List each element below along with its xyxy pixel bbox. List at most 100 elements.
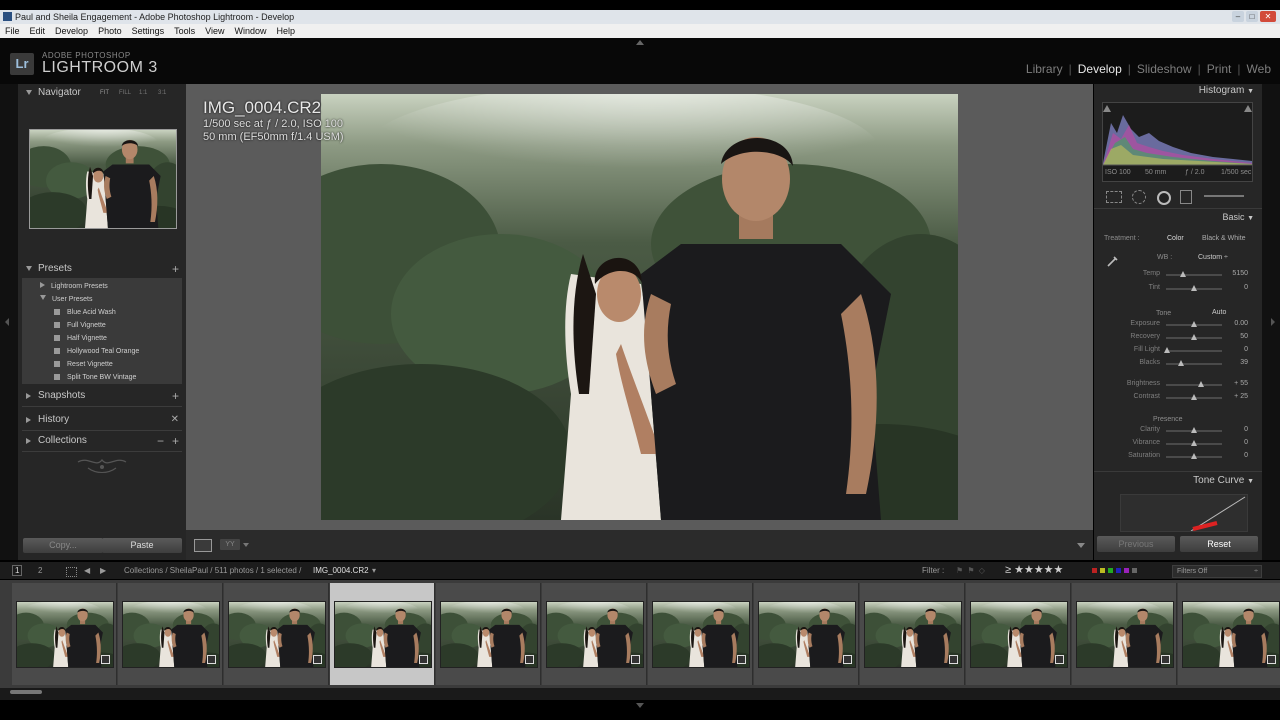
slider-track[interactable] bbox=[1166, 363, 1222, 365]
module-slideshow[interactable]: Slideshow bbox=[1137, 62, 1192, 76]
preset-item[interactable]: Half Vignette bbox=[54, 332, 107, 345]
menu-view[interactable]: View bbox=[200, 24, 229, 38]
filmstrip-scroll-thumb[interactable] bbox=[10, 690, 42, 694]
zoom-fill[interactable]: FILL bbox=[119, 84, 131, 102]
paste-button[interactable]: Paste bbox=[102, 538, 182, 553]
preset-item[interactable]: Hollywood Teal Orange bbox=[54, 345, 139, 358]
preset-item[interactable]: Full Vignette bbox=[54, 319, 106, 332]
slider-value[interactable]: 0.00 bbox=[1220, 320, 1248, 327]
copy-button[interactable]: Copy... bbox=[23, 538, 103, 553]
slider-handle[interactable] bbox=[1191, 285, 1197, 291]
preset-item[interactable]: Reset Vignette bbox=[54, 358, 113, 371]
slider-track[interactable] bbox=[1166, 274, 1222, 276]
file-menu-chevron-icon[interactable]: ▾ bbox=[372, 562, 376, 579]
slider-track[interactable] bbox=[1166, 384, 1222, 386]
zoom-fit[interactable]: FIT bbox=[100, 84, 109, 102]
folder-user-presets[interactable]: User Presets bbox=[40, 293, 92, 306]
source-breadcrumb[interactable]: Collections / SheilaPaul / 511 photos / … bbox=[124, 562, 301, 579]
slider-handle[interactable] bbox=[1191, 453, 1197, 459]
add-collection-icon[interactable]: + bbox=[172, 432, 179, 450]
folder-lightroom-presets[interactable]: Lightroom Presets bbox=[40, 280, 108, 293]
forward-arrow-icon[interactable]: ▶ bbox=[100, 562, 106, 579]
tone-curve-title[interactable]: Tone Curve ▼ bbox=[1193, 475, 1254, 486]
filmstrip-thumbnail[interactable] bbox=[12, 583, 117, 685]
navigator-preview[interactable] bbox=[29, 129, 177, 229]
filmstrip-thumbnail[interactable] bbox=[1072, 583, 1177, 685]
slider-value[interactable]: + 55 bbox=[1220, 380, 1248, 387]
reset-button[interactable]: Reset bbox=[1180, 536, 1258, 552]
filter-preset-dropdown[interactable]: Filters Off ÷ bbox=[1172, 565, 1262, 578]
module-print[interactable]: Print bbox=[1207, 62, 1232, 76]
close-button[interactable]: ✕ bbox=[1260, 11, 1276, 22]
slider-handle[interactable] bbox=[1191, 394, 1197, 400]
preset-item[interactable]: Blue Acid Wash bbox=[54, 306, 116, 319]
filmstrip-thumbnail[interactable] bbox=[860, 583, 965, 685]
color-label-filter[interactable] bbox=[1092, 568, 1137, 573]
filmstrip-thumbnail[interactable] bbox=[542, 583, 647, 685]
filmstrip-thumbnail[interactable] bbox=[754, 583, 859, 685]
star-rating-filter[interactable]: ≥ ★★★★★ bbox=[1005, 562, 1063, 579]
navigator-header[interactable]: Navigator FIT FILL 1:1 3:1 bbox=[18, 84, 186, 102]
presets-header[interactable]: Presets + bbox=[18, 260, 186, 278]
toolbar-content-chevron-icon[interactable] bbox=[1077, 543, 1085, 548]
filmstrip-thumbnail[interactable] bbox=[966, 583, 1071, 685]
menu-tools[interactable]: Tools bbox=[169, 24, 200, 38]
filmstrip-thumbnail[interactable] bbox=[118, 583, 223, 685]
slider-handle[interactable] bbox=[1179, 271, 1186, 277]
slider-value[interactable]: 50 bbox=[1220, 333, 1248, 340]
minimize-button[interactable]: – bbox=[1232, 11, 1244, 22]
grid-view-icon[interactable] bbox=[66, 567, 77, 577]
slider-value[interactable]: + 25 bbox=[1220, 393, 1248, 400]
history-header[interactable]: History ✕ bbox=[18, 411, 186, 429]
before-after-icon[interactable]: YY bbox=[220, 539, 240, 550]
menu-file[interactable]: File bbox=[0, 24, 25, 38]
maximize-button[interactable]: □ bbox=[1246, 11, 1258, 22]
slider-value[interactable]: 0 bbox=[1220, 346, 1248, 353]
filmstrip-thumbnail[interactable] bbox=[436, 583, 541, 685]
add-snapshot-icon[interactable]: + bbox=[172, 387, 179, 405]
tone-curve-graph[interactable] bbox=[1120, 494, 1248, 532]
slider-handle[interactable] bbox=[1191, 334, 1197, 340]
module-develop[interactable]: Develop bbox=[1078, 62, 1122, 76]
current-file[interactable]: IMG_0004.CR2 bbox=[313, 562, 369, 579]
zoom-3-1[interactable]: 3:1 bbox=[158, 84, 166, 102]
slider-value[interactable]: 39 bbox=[1220, 359, 1248, 366]
menu-edit[interactable]: Edit bbox=[25, 24, 51, 38]
left-panel-toggle-icon[interactable] bbox=[5, 318, 9, 326]
slider-handle[interactable] bbox=[1191, 427, 1197, 433]
module-web[interactable]: Web bbox=[1247, 62, 1271, 76]
top-panel-toggle-icon[interactable] bbox=[636, 40, 644, 45]
preset-item[interactable]: Split Tone BW Vintage bbox=[54, 371, 136, 384]
view-options-chevron-icon[interactable] bbox=[243, 543, 249, 547]
main-photo[interactable] bbox=[321, 94, 958, 520]
menu-develop[interactable]: Develop bbox=[50, 24, 93, 38]
remove-collection-icon[interactable]: − bbox=[157, 432, 164, 450]
menu-photo[interactable]: Photo bbox=[93, 24, 127, 38]
slider-handle[interactable] bbox=[1197, 381, 1204, 387]
slider-handle[interactable] bbox=[1178, 360, 1185, 366]
slider-track[interactable] bbox=[1166, 350, 1222, 352]
slider-handle[interactable] bbox=[1164, 347, 1171, 353]
filmstrip-scrollbar[interactable] bbox=[0, 688, 1280, 700]
bottom-panel-toggle-icon[interactable] bbox=[636, 703, 644, 708]
menu-help[interactable]: Help bbox=[272, 24, 301, 38]
slider-value[interactable]: 0 bbox=[1220, 439, 1248, 446]
filmstrip-thumbnail[interactable] bbox=[224, 583, 329, 685]
second-window-button[interactable]: 2 bbox=[38, 562, 42, 579]
slider-handle[interactable] bbox=[1191, 440, 1197, 446]
left-edge[interactable] bbox=[0, 84, 18, 560]
slider-value[interactable]: 0 bbox=[1220, 426, 1248, 433]
menu-settings[interactable]: Settings bbox=[127, 24, 170, 38]
slider-value[interactable]: 0 bbox=[1220, 284, 1248, 291]
filmstrip-thumbnail[interactable] bbox=[330, 583, 435, 685]
module-library[interactable]: Library bbox=[1026, 62, 1063, 76]
clear-history-icon[interactable]: ✕ bbox=[171, 411, 179, 429]
slider-value[interactable]: 0 bbox=[1220, 452, 1248, 459]
right-panel-toggle-icon[interactable] bbox=[1271, 318, 1275, 326]
filmstrip-thumbnail[interactable] bbox=[1178, 583, 1280, 685]
flag-filter-icons[interactable]: ⚑ ⚑ ◇ bbox=[956, 562, 986, 579]
menu-window[interactable]: Window bbox=[230, 24, 272, 38]
collections-header[interactable]: Collections − + bbox=[18, 432, 186, 450]
main-window-button[interactable]: 1 bbox=[12, 565, 23, 576]
back-arrow-icon[interactable]: ◀ bbox=[84, 562, 90, 579]
